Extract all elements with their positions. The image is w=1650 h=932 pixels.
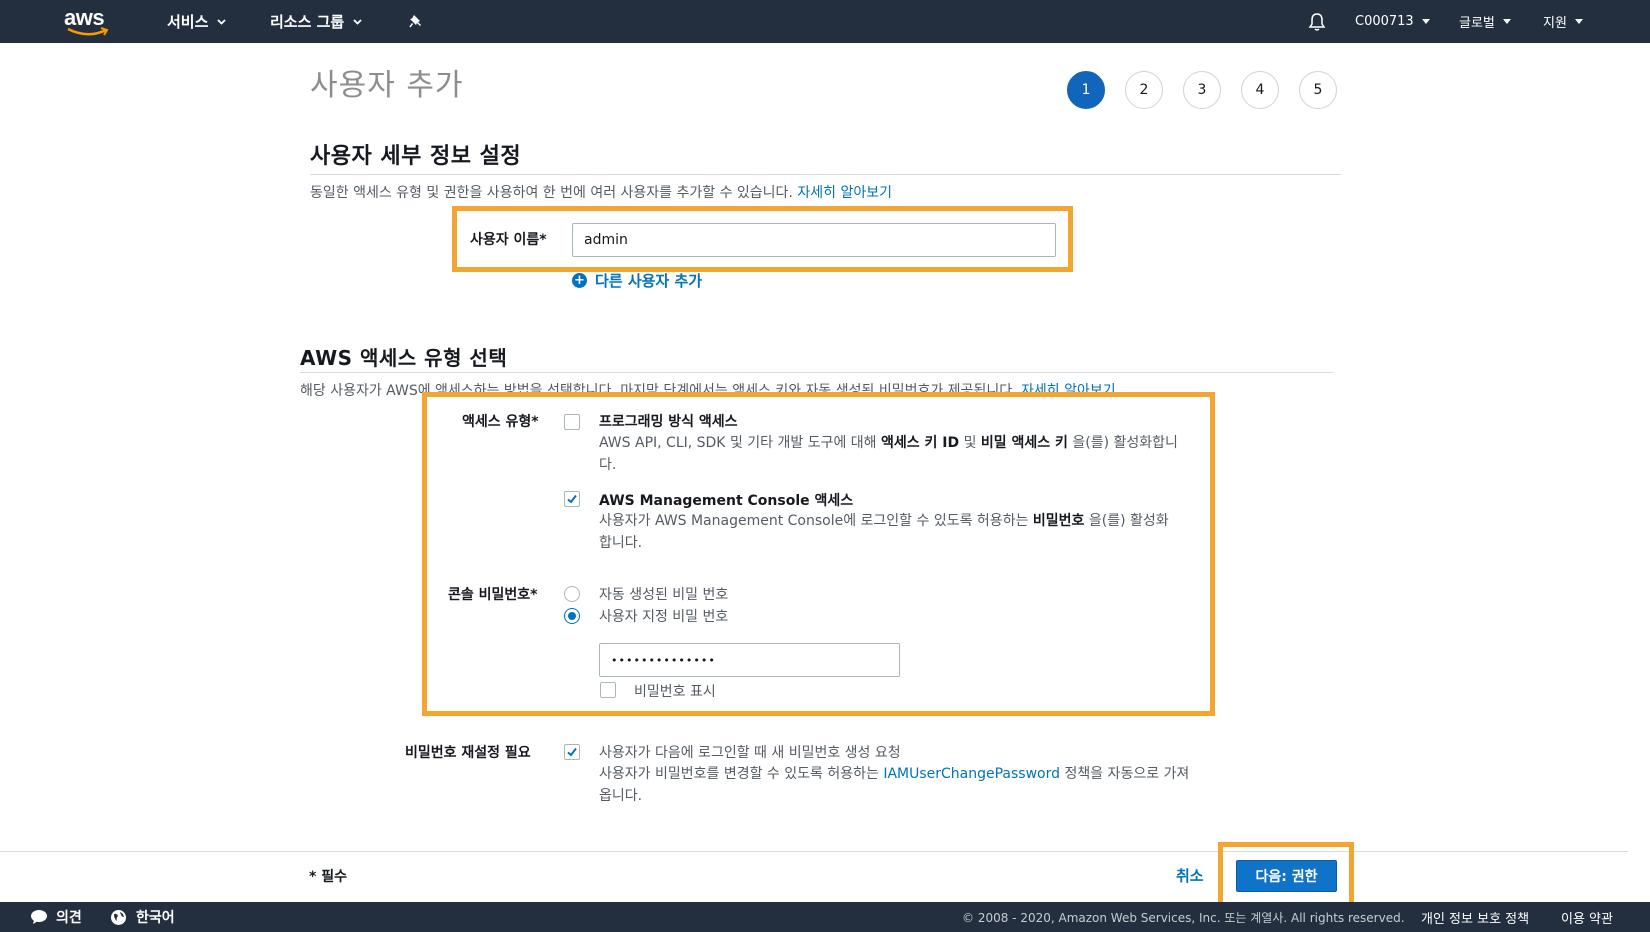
- access-divider: [300, 372, 1333, 373]
- details-description: 동일한 액세스 유형 및 권한을 사용하여 한 번에 여러 사용자를 추가할 수…: [310, 182, 892, 202]
- required-note: * 필수: [309, 869, 347, 885]
- caret-down-icon: [1502, 19, 1511, 24]
- password-reset-label: 비밀번호 재설정 필요: [405, 745, 531, 761]
- checkmark-icon: [567, 747, 577, 757]
- step-1[interactable]: 1: [1067, 71, 1105, 109]
- account-menu[interactable]: C000713: [1355, 0, 1430, 43]
- services-menu[interactable]: 서비스: [167, 0, 227, 43]
- checkmark-icon: [567, 494, 577, 504]
- programmatic-access-checkbox[interactable]: [564, 414, 580, 430]
- step-2[interactable]: 2: [1125, 71, 1163, 109]
- custom-password-label: 사용자 지정 비밀 번호: [599, 609, 729, 625]
- step-3[interactable]: 3: [1183, 71, 1221, 109]
- pin-icon: [409, 15, 421, 28]
- password-reset-checkbox[interactable]: [564, 744, 580, 760]
- support-label: 지원: [1543, 16, 1567, 31]
- feedback-label: 의견: [56, 910, 82, 926]
- show-password-label: 비밀번호 표시: [634, 684, 716, 700]
- details-divider: [310, 174, 1341, 175]
- access-type-label: 액세스 유형*: [462, 414, 539, 430]
- custom-password-radio[interactable]: [564, 608, 580, 624]
- next-permissions-button[interactable]: 다음: 권한: [1236, 860, 1337, 892]
- step-4[interactable]: 4: [1241, 71, 1279, 109]
- wizard-steps: 1 2 3 4 5: [1067, 71, 1337, 109]
- autogenerated-password-label: 자동 생성된 비밀 번호: [599, 587, 729, 603]
- footer-divider: [0, 851, 1628, 852]
- globe-icon: [111, 909, 126, 925]
- custom-password-input[interactable]: ••••••••••••••: [599, 643, 900, 677]
- account-label: C000713: [1355, 14, 1414, 29]
- caret-down-icon: [1574, 19, 1583, 24]
- region-label: 글로벌: [1459, 16, 1495, 31]
- details-learn-more-link[interactable]: 자세히 알아보기: [797, 185, 892, 201]
- pin-button[interactable]: [409, 0, 424, 43]
- programmatic-key-id: 액세스 키 ID: [881, 435, 960, 451]
- chevron-down-icon: [353, 19, 362, 25]
- notifications-button[interactable]: [1308, 0, 1326, 43]
- programmatic-access-description: AWS API, CLI, SDK 및 기타 개발 도구에 대해 액세스 키 I…: [599, 432, 1179, 476]
- details-section-title: 사용자 세부 정보 설정: [310, 144, 522, 169]
- resource-groups-menu[interactable]: 리소스 그룹: [270, 0, 363, 43]
- programmatic-and: 및: [963, 435, 977, 451]
- privacy-policy-link[interactable]: 개인 정보 보호 정책: [1421, 902, 1529, 932]
- console-password-word: 비밀번호: [1032, 513, 1085, 529]
- support-menu[interactable]: 지원: [1543, 0, 1583, 43]
- language-selector[interactable]: 한국어: [110, 902, 175, 932]
- programmatic-desc-part1: AWS API, CLI, SDK 및 기타 개발 도구에 대해: [599, 435, 877, 451]
- access-section-title: AWS 액세스 유형 선택: [300, 346, 508, 370]
- programmatic-access-title: 프로그래밍 방식 액세스: [599, 414, 738, 430]
- add-another-user-label: 다른 사용자 추가: [595, 272, 703, 290]
- iam-change-password-policy-link[interactable]: IAMUserChangePassword: [883, 766, 1060, 782]
- language-label: 한국어: [136, 910, 175, 926]
- plus-circle-icon: +: [572, 273, 587, 288]
- services-label: 서비스: [167, 13, 209, 31]
- feedback-button[interactable]: 의견: [30, 902, 82, 932]
- programmatic-secret-key: 비밀 액세스 키: [980, 435, 1068, 451]
- bell-icon: [1308, 12, 1326, 31]
- username-input[interactable]: admin: [572, 223, 1056, 257]
- password-reset-line1: 사용자가 다음에 로그인할 때 새 비밀번호 생성 요청: [599, 745, 901, 761]
- copyright-text: © 2008 - 2020, Amazon Web Services, Inc.…: [962, 910, 1405, 925]
- show-password-checkbox[interactable]: [600, 682, 616, 698]
- top-navigation-bar: aws 서비스 리소스 그룹 C000713 글로벌 지원: [0, 0, 1650, 43]
- details-description-text: 동일한 액세스 유형 및 권한을 사용하여 한 번에 여러 사용자를 추가할 수…: [310, 185, 793, 201]
- console-access-title: AWS Management Console 액세스: [599, 493, 854, 509]
- add-another-user-link[interactable]: + 다른 사용자 추가: [572, 270, 702, 291]
- password-reset-line2-start: 사용자가 비밀번호를 변경할 수 있도록 허용하는: [599, 766, 879, 782]
- caret-down-icon: [1421, 19, 1430, 24]
- username-label: 사용자 이름*: [470, 232, 547, 248]
- speech-bubble-icon: [31, 910, 47, 924]
- console-password-label: 콘솔 비밀번호*: [448, 587, 538, 603]
- chevron-down-icon: [217, 19, 227, 25]
- console-access-checkbox[interactable]: [564, 491, 580, 507]
- resource-groups-label: 리소스 그룹: [270, 13, 345, 31]
- terms-of-use-link[interactable]: 이용 약관: [1561, 902, 1613, 932]
- step-5[interactable]: 5: [1299, 71, 1337, 109]
- region-menu[interactable]: 글로벌: [1459, 0, 1511, 43]
- autogenerated-password-radio[interactable]: [564, 586, 580, 602]
- password-reset-line2: 사용자가 비밀번호를 변경할 수 있도록 허용하는 IAMUserChangeP…: [599, 763, 1199, 807]
- aws-smile-icon: [67, 27, 109, 36]
- console-access-description: 사용자가 AWS Management Console에 로그인할 수 있도록 …: [599, 510, 1179, 554]
- console-desc-part1: 사용자가 AWS Management Console에 로그인할 수 있도록 …: [599, 513, 1029, 529]
- aws-logo[interactable]: aws: [64, 5, 112, 37]
- page-title: 사용자 추가: [310, 68, 464, 103]
- cancel-button[interactable]: 취소: [1176, 865, 1204, 886]
- console-footer-bar: 의견 한국어 © 2008 - 2020, Amazon Web Service…: [0, 902, 1650, 932]
